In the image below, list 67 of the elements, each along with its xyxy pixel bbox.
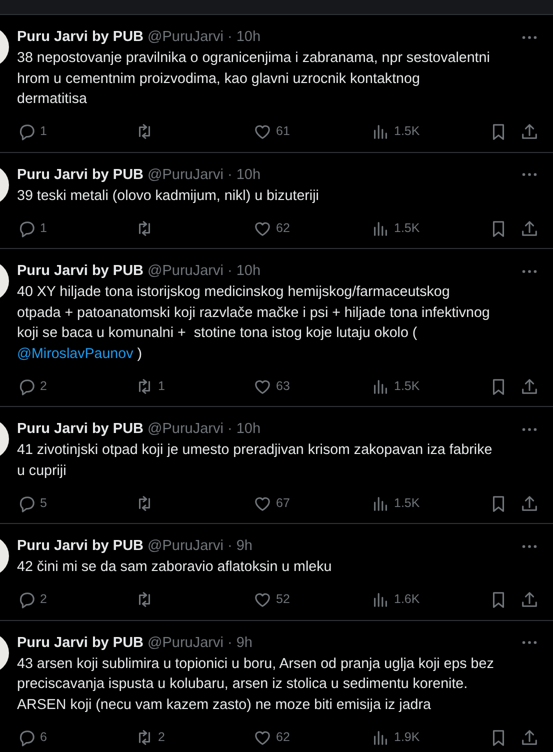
- view-count: 1.9K: [394, 728, 420, 746]
- reply-count: 6: [40, 728, 47, 746]
- author-name[interactable]: Puru Jarvi by PUB: [17, 536, 144, 556]
- separator-dot: ·: [227, 28, 232, 47]
- timestamp[interactable]: 9h: [236, 632, 252, 652]
- author-name[interactable]: Puru Jarvi by PUB: [17, 632, 144, 652]
- view-count: 1.6K: [394, 591, 420, 608]
- reply-count: 5: [40, 494, 47, 512]
- like-count: 61: [276, 123, 290, 140]
- reply-count: 1: [40, 123, 47, 140]
- share-icon[interactable]: [520, 590, 539, 609]
- tweet-text: 43 arsen koji sublimira u topionici u boru, Arsen od pranja uglja koji eps bez preciscavanja ispusta u kolubaru, arsen iz stolica u sedimentu korenite. ARSEN koji (necu vam kazem zasto) ne moze biti emisija iz jadra: [17, 654, 495, 714]
- separator-dot: ·: [227, 166, 232, 184]
- like-count: 62: [276, 220, 290, 237]
- author-handle[interactable]: @PuruJarvi: [148, 419, 224, 439]
- repost-count: 2: [158, 728, 165, 746]
- author-name[interactable]: Puru Jarvi by PUB: [17, 261, 144, 281]
- repost-count: 1: [158, 378, 165, 395]
- timestamp[interactable]: 10h: [236, 261, 261, 281]
- separator-dot: ·: [227, 420, 232, 439]
- like-count: 63: [276, 378, 290, 395]
- reply-count: 1: [40, 220, 47, 237]
- view-count: 1.5K: [394, 494, 420, 512]
- view-count: 1.5K: [394, 220, 420, 237]
- view-count: 1.5K: [394, 378, 420, 395]
- author-name[interactable]: Puru Jarvi by PUB: [17, 419, 144, 439]
- separator-dot: ·: [227, 537, 232, 556]
- reply-count: 2: [40, 378, 47, 395]
- heart-icon[interactable]: [253, 122, 272, 141]
- timestamp[interactable]: 10h: [236, 419, 261, 439]
- timestamp[interactable]: 9h: [236, 536, 252, 556]
- tweet-text: 40 XY hiljade tona istorijskog medicinskog hemijskog/farmaceutskog otpada + patoanatomski koji razvlače mačke i psi + hiljade tona infektivnog koji se baca u komunalni + stotine tona istog koje lutaju okolo ( @MiroslavPaunov ): [17, 283, 491, 364]
- share-icon[interactable]: [520, 122, 539, 141]
- author-handle[interactable]: @PuruJarvi: [148, 632, 224, 652]
- share-icon[interactable]: [520, 728, 539, 746]
- reply-icon[interactable]: [17, 494, 36, 512]
- author-name[interactable]: Puru Jarvi by PUB: [17, 164, 144, 184]
- separator-dot: ·: [227, 262, 232, 281]
- tweet-text: 38 nepostovanje pravilnika o ogranicenjima i zabranama, npr sestovalentni hrom u cementnim proizvodima, kao glavni uzrocnik kontaktnog dermatitisa: [17, 49, 491, 109]
- bar-chart-icon[interactable]: [371, 590, 390, 609]
- share-icon[interactable]: [520, 218, 539, 238]
- author-handle[interactable]: @PuruJarvi: [148, 536, 224, 556]
- reply-icon[interactable]: [17, 728, 36, 746]
- share-icon[interactable]: [520, 494, 539, 512]
- like-count: 52: [276, 591, 290, 608]
- separator-dot: ·: [227, 634, 232, 652]
- author-name[interactable]: Puru Jarvi by PUB: [17, 27, 144, 47]
- view-count: 1.5K: [394, 123, 420, 140]
- reply-icon[interactable]: [17, 122, 36, 141]
- reply-icon[interactable]: [17, 218, 36, 238]
- heart-icon[interactable]: [253, 590, 272, 609]
- author-handle[interactable]: @PuruJarvi: [148, 261, 224, 281]
- share-icon[interactable]: [520, 376, 539, 396]
- timestamp[interactable]: 10h: [236, 27, 261, 47]
- tweet-text: 39 teski metali (olovo kadmijum, nikl) u bizuteriji: [17, 186, 320, 206]
- reply-icon[interactable]: [17, 590, 36, 609]
- like-count: 62: [276, 728, 290, 746]
- author-handle[interactable]: @PuruJarvi: [148, 27, 224, 47]
- like-count: 67: [276, 494, 290, 512]
- timestamp[interactable]: 10h: [236, 164, 261, 184]
- tweet-text: 41 zivotinjski otpad koji je umesto preradjivan krisom zakopavan iza fabrike u cupriji: [17, 441, 494, 480]
- reply-icon[interactable]: [17, 376, 36, 396]
- author-handle[interactable]: @PuruJarvi: [148, 164, 224, 184]
- tweet-text: 42 čini mi se da sam zaboravio aflatoksin u mleku: [17, 558, 333, 577]
- reply-count: 2: [40, 591, 47, 608]
- mention-link[interactable]: @MiroslavPaunov: [17, 346, 134, 362]
- bar-chart-icon[interactable]: [371, 122, 390, 141]
